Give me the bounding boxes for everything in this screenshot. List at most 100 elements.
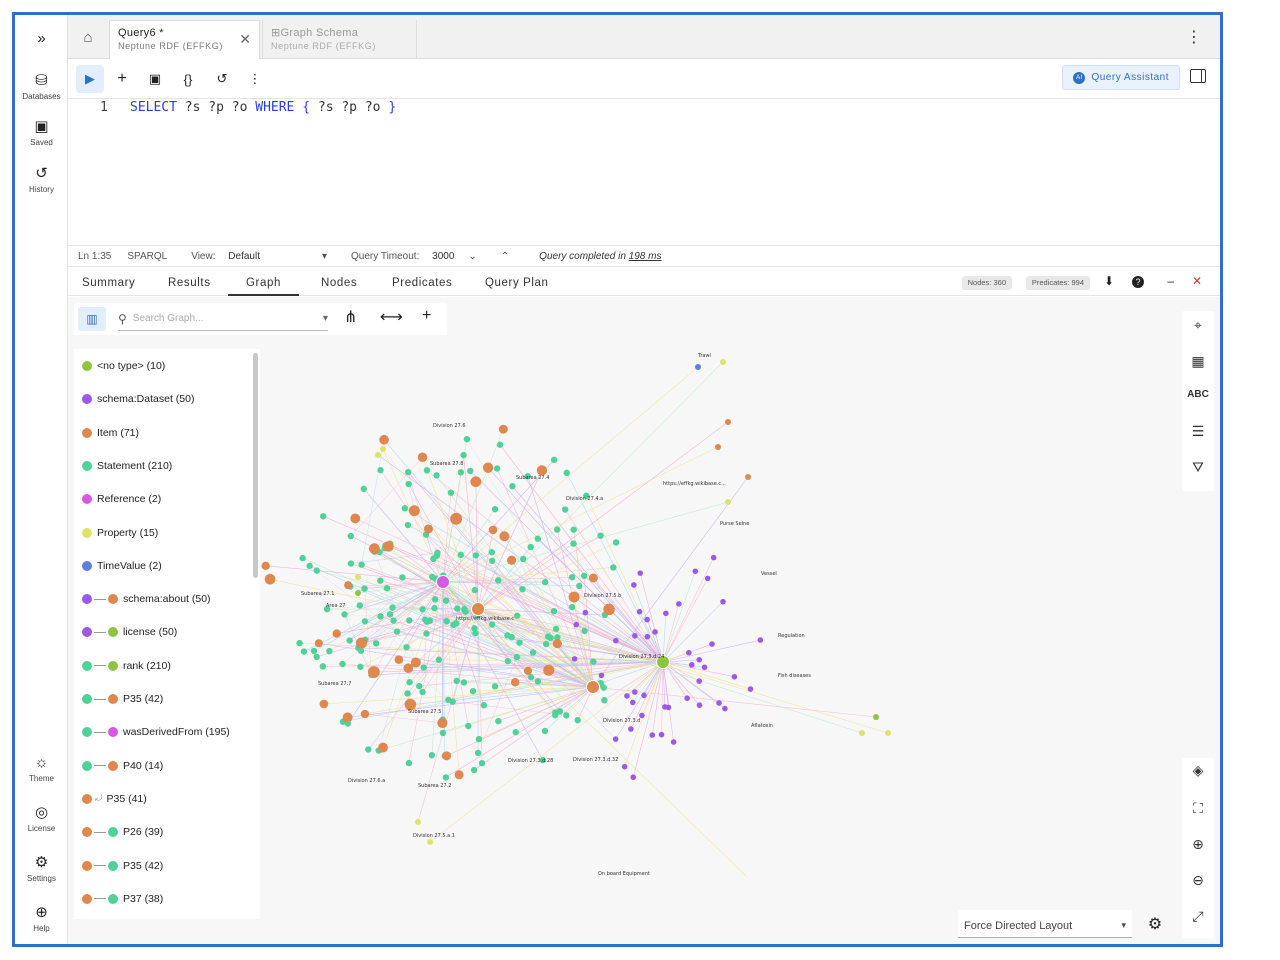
graph-node[interactable]: [542, 640, 550, 648]
legend-item[interactable]: schema:about (50): [82, 590, 211, 608]
graph-node[interactable]: [482, 462, 494, 473]
graph-node[interactable]: [516, 639, 523, 646]
graph-node[interactable]: [684, 695, 690, 702]
graph-node[interactable]: [513, 653, 521, 661]
side-panel-icon[interactable]: [1190, 69, 1206, 83]
graph-node[interactable]: [403, 644, 410, 651]
graph-node[interactable]: [443, 617, 450, 625]
graph-node[interactable]: [319, 699, 329, 709]
graph-node[interactable]: [423, 524, 433, 534]
graph-canvas[interactable]: Division 27.6 Subarea 27.8 Subarea 27.4 Div…: [258, 337, 1168, 877]
graph-node[interactable]: [460, 451, 467, 459]
table-icon[interactable]: ▦: [1182, 353, 1214, 370]
graph-node[interactable]: [367, 666, 380, 678]
graph-node[interactable]: [553, 526, 561, 533]
graph-node[interactable]: [357, 663, 364, 670]
graph-node[interactable]: [488, 525, 498, 535]
legend-item[interactable]: P40 (14): [82, 757, 163, 775]
layout-select[interactable]: Force Directed Layout ▾: [958, 910, 1132, 938]
graph-node[interactable]: [696, 656, 703, 663]
graph-node[interactable]: [355, 637, 367, 649]
zoom-out-icon[interactable]: ⊖: [1182, 872, 1214, 889]
layers-icon[interactable]: ◈: [1182, 762, 1214, 779]
graph-node[interactable]: [603, 603, 615, 616]
graph-node[interactable]: [598, 672, 605, 679]
filter-icon[interactable]: ⛛: [1182, 459, 1214, 476]
graph-node[interactable]: [513, 612, 521, 619]
graph-node[interactable]: [601, 697, 608, 704]
graph-node[interactable]: [630, 774, 637, 781]
graph-node[interactable]: [512, 729, 519, 736]
graph-node[interactable]: [570, 526, 577, 533]
graph-node[interactable]: [507, 555, 517, 565]
help-icon[interactable]: ?: [1132, 276, 1144, 288]
graph-node[interactable]: [405, 759, 413, 767]
graph-node[interactable]: [436, 575, 450, 589]
graph-node[interactable]: [757, 637, 764, 643]
graph-node[interactable]: [389, 604, 396, 611]
graph-node[interactable]: [495, 717, 502, 725]
graph-node[interactable]: [474, 749, 482, 757]
graph-node[interactable]: [430, 555, 437, 563]
graph-node[interactable]: [613, 637, 619, 644]
graph-search-input[interactable]: ⚲ Search Graph... ▾: [118, 307, 328, 331]
locate-icon[interactable]: ⌖: [1182, 317, 1214, 334]
new-query-button[interactable]: +: [108, 65, 136, 93]
graph-node[interactable]: [716, 700, 722, 706]
sidebar-item-help[interactable]: ⊕ Help: [15, 905, 68, 934]
timeout-select[interactable]: Query Timeout: 3000 ⌄: [341, 251, 477, 262]
graph-node[interactable]: [612, 736, 619, 742]
graph-node[interactable]: [581, 627, 588, 635]
graph-node[interactable]: [460, 679, 468, 686]
graph-node[interactable]: [417, 452, 428, 463]
graph-node[interactable]: [597, 532, 604, 539]
tab-query6[interactable]: Query6 * Neptune RDF (EFFKG) ✕: [109, 20, 260, 59]
sidebar-item-theme[interactable]: ☼ Theme: [15, 755, 68, 784]
graph-node[interactable]: [372, 640, 380, 647]
graph-node[interactable]: [423, 467, 431, 474]
graph-node[interactable]: [454, 605, 461, 612]
sidebar-item-history[interactable]: ↺ History: [15, 166, 68, 195]
graph-node[interactable]: [488, 549, 496, 556]
graph-node[interactable]: [745, 474, 751, 480]
graph-node[interactable]: [454, 770, 464, 780]
graph-node[interactable]: [688, 662, 695, 668]
graph-node[interactable]: [469, 687, 477, 695]
tab-graph[interactable]: Graph: [228, 268, 299, 296]
graph-node[interactable]: [375, 452, 381, 458]
graph-node[interactable]: [544, 633, 552, 640]
graph-node[interactable]: [465, 722, 472, 730]
graph-node[interactable]: [355, 590, 361, 596]
graph-node[interactable]: [423, 630, 430, 637]
graph-node[interactable]: [470, 476, 482, 488]
fullscreen-icon[interactable]: ⤢: [1182, 908, 1214, 925]
graph-node[interactable]: [377, 613, 384, 620]
graph-node[interactable]: [480, 701, 488, 709]
graph-node[interactable]: [450, 512, 463, 525]
graph-node[interactable]: [563, 712, 570, 719]
graph-node[interactable]: [491, 683, 499, 690]
graph-node[interactable]: [429, 573, 436, 581]
graph-node[interactable]: [519, 555, 527, 563]
graph-node[interactable]: [406, 617, 413, 624]
graph-node[interactable]: [662, 704, 668, 710]
graph-node[interactable]: [568, 603, 576, 611]
graph-node[interactable]: [377, 577, 384, 584]
graph-node[interactable]: [439, 729, 447, 737]
legend-item[interactable]: P35 (42): [82, 857, 163, 875]
graph-node[interactable]: [725, 499, 731, 505]
graph-node[interactable]: [636, 608, 643, 615]
graph-node[interactable]: [624, 693, 630, 699]
graph-node[interactable]: [386, 611, 394, 618]
graph-node[interactable]: [576, 582, 583, 590]
graph-node[interactable]: [573, 621, 580, 628]
graph-node[interactable]: [704, 575, 711, 582]
legend-item[interactable]: Item (71): [82, 424, 139, 442]
legend-item[interactable]: <no type> (10): [82, 357, 165, 375]
graph-node[interactable]: [399, 574, 406, 581]
graph-node[interactable]: [377, 466, 384, 474]
graph-node[interactable]: [406, 679, 413, 686]
graph-node[interactable]: [355, 574, 361, 580]
graph-node[interactable]: [504, 657, 512, 665]
graph-node[interactable]: [534, 678, 542, 685]
